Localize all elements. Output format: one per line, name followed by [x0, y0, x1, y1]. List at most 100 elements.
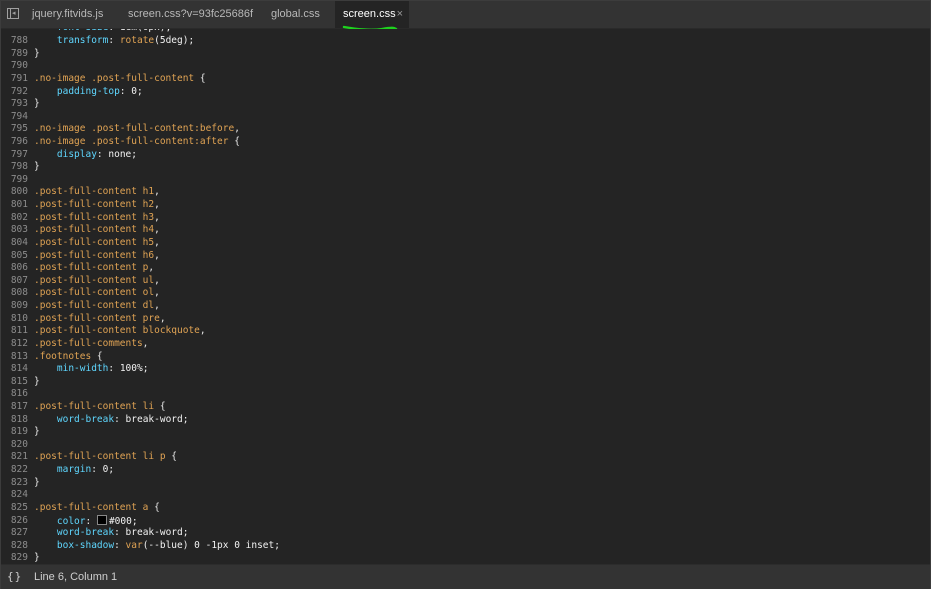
token-punc: ,: [199, 325, 206, 337]
code-line[interactable]: 821 .post-full-content li p {: [1, 451, 930, 464]
code-line[interactable]: 790: [1, 60, 930, 73]
line-number: 788: [10, 35, 28, 47]
line-number: 806: [10, 262, 28, 274]
token-prop: padding-top: [34, 85, 120, 97]
token-punc: }: [34, 552, 40, 564]
token-punc: :: [114, 527, 126, 539]
code-text: .post-full-content dl,: [34, 300, 160, 313]
code-line[interactable]: 812 .post-full-comments,: [1, 338, 930, 351]
code-line[interactable]: 788 transform: rotate(5deg);: [1, 35, 930, 48]
code-line[interactable]: 813 .footnotes {: [1, 351, 930, 364]
code-line[interactable]: 827 word-break: break-word;: [1, 527, 930, 540]
line-number: 799: [10, 173, 28, 185]
token-val: 0;: [131, 85, 143, 97]
code-line[interactable]: 801 .post-full-content h2,: [1, 199, 930, 212]
code-line[interactable]: 825 .post-full-content a {: [1, 502, 930, 515]
code-line[interactable]: 809 .post-full-content dl,: [1, 300, 930, 313]
code-line[interactable]: 808 .post-full-content ol,: [1, 287, 930, 300]
code-line[interactable]: 798}: [1, 161, 930, 174]
toggle-sidebar-icon[interactable]: ◂: [7, 8, 19, 19]
cursor-position[interactable]: Line 6, Column 1: [34, 571, 117, 583]
code-line[interactable]: 826 color: #000;: [1, 514, 930, 528]
line-number: 808: [10, 287, 28, 299]
token-val: none;: [108, 148, 137, 160]
code-line[interactable]: 820: [1, 439, 930, 452]
code-line[interactable]: 796 .no-image .post-full-content:after {: [1, 136, 930, 149]
code-line[interactable]: 802 .post-full-content h3,: [1, 212, 930, 225]
code-text: .post-full-content h6,: [34, 250, 160, 263]
token-prop: box-shadow: [34, 539, 115, 551]
code-line[interactable]: 824: [1, 489, 930, 502]
line-number: 815: [10, 375, 28, 387]
token-punc: :: [85, 515, 97, 527]
code-text: .post-full-content h3,: [34, 212, 160, 225]
code-line[interactable]: 814 min-width: 100%;: [1, 363, 930, 376]
code-text: .post-full-content li {: [34, 401, 166, 414]
token-val: break-word;: [125, 413, 189, 425]
tab-screen-css-versioned[interactable]: screen.css?v=93fc25686f: [128, 1, 256, 28]
line-number: 805: [10, 249, 28, 261]
code-line[interactable]: 797 display: none;: [1, 149, 930, 162]
token-prop: font-size: [57, 29, 108, 33]
token-sel: .footnotes: [34, 350, 97, 362]
tab-label: global.css: [271, 8, 320, 20]
code-line[interactable]: 816: [1, 388, 930, 401]
tab-global-css[interactable]: global.css: [271, 1, 331, 28]
code-line[interactable]: 818 word-break: break-word;: [1, 414, 930, 427]
code-line[interactable]: 804 .post-full-content h5,: [1, 237, 930, 250]
code-text: }: [34, 48, 40, 61]
code-line[interactable]: 811 .post-full-content blockquote,: [1, 325, 930, 338]
color-swatch-icon[interactable]: [96, 514, 107, 525]
token-sel: .post-full-content pre: [34, 312, 160, 324]
token-punc: ,: [154, 249, 160, 261]
line-number: 822: [10, 464, 28, 476]
line-number: 809: [10, 300, 28, 312]
token-punc: {: [171, 451, 178, 463]
token-punc: ,: [234, 123, 240, 135]
code-line[interactable]: 792 padding-top: 0;: [1, 86, 930, 99]
code-line[interactable]: 817 .post-full-content li {: [1, 401, 930, 414]
code-line[interactable]: 829}: [1, 552, 930, 564]
token-punc: {: [96, 350, 103, 362]
line-number: 796: [10, 135, 28, 147]
code-line[interactable]: 800 .post-full-content h1,: [1, 186, 930, 199]
token-punc: ,: [148, 262, 155, 274]
line-number: 826: [10, 514, 28, 526]
code-editor[interactable]: font-size: 1em(0px); 788 transform: rotat…: [1, 29, 930, 564]
code-line[interactable]: 793}: [1, 98, 930, 111]
code-line[interactable]: 794: [1, 111, 930, 124]
token-punc: }: [34, 98, 40, 110]
token-sel: .post-full-comments: [34, 337, 143, 349]
code-line[interactable]: 815}: [1, 376, 930, 389]
code-text: }: [34, 477, 40, 490]
line-number: 790: [10, 60, 28, 72]
code-line[interactable]: 810 .post-full-content pre,: [1, 313, 930, 326]
line-number: 807: [10, 274, 28, 286]
tab-jquery-fitvids[interactable]: jquery.fitvids.js: [32, 1, 112, 28]
code-line[interactable]: 789}: [1, 48, 930, 61]
token-punc: {: [199, 72, 206, 84]
code-line[interactable]: 805 .post-full-content h6,: [1, 250, 930, 263]
code-line[interactable]: 806 .post-full-content p,: [1, 262, 930, 275]
token-punc: ,: [154, 287, 160, 299]
token-prop: word-break: [34, 413, 115, 425]
token-val: (5deg);: [154, 35, 195, 47]
code-line[interactable]: 795 .no-image .post-full-content:before,: [1, 123, 930, 136]
code-line[interactable]: 822 margin: 0;: [1, 464, 930, 477]
line-number: 802: [10, 211, 28, 223]
code-line[interactable]: 803 .post-full-content h4,: [1, 224, 930, 237]
code-text: .post-full-content p,: [34, 262, 154, 275]
code-line[interactable]: 819}: [1, 426, 930, 439]
token-punc: :: [108, 29, 119, 33]
code-line[interactable]: 823}: [1, 477, 930, 490]
code-line[interactable]: 799: [1, 174, 930, 187]
code-text: .post-full-content pre,: [34, 313, 166, 326]
tab-label: screen.css?v=93fc25686f: [128, 8, 254, 20]
token-punc: {: [159, 401, 166, 412]
code-line[interactable]: 791 .no-image .post-full-content {: [1, 73, 930, 86]
code-text: .post-full-content ol,: [34, 287, 160, 300]
code-line[interactable]: 828 box-shadow: var(--blue) 0 -1px 0 ins…: [1, 540, 930, 553]
code-line[interactable]: 807 .post-full-content ul,: [1, 275, 930, 288]
line-number: 821: [10, 451, 28, 463]
braces-icon[interactable]: {}: [7, 570, 22, 583]
